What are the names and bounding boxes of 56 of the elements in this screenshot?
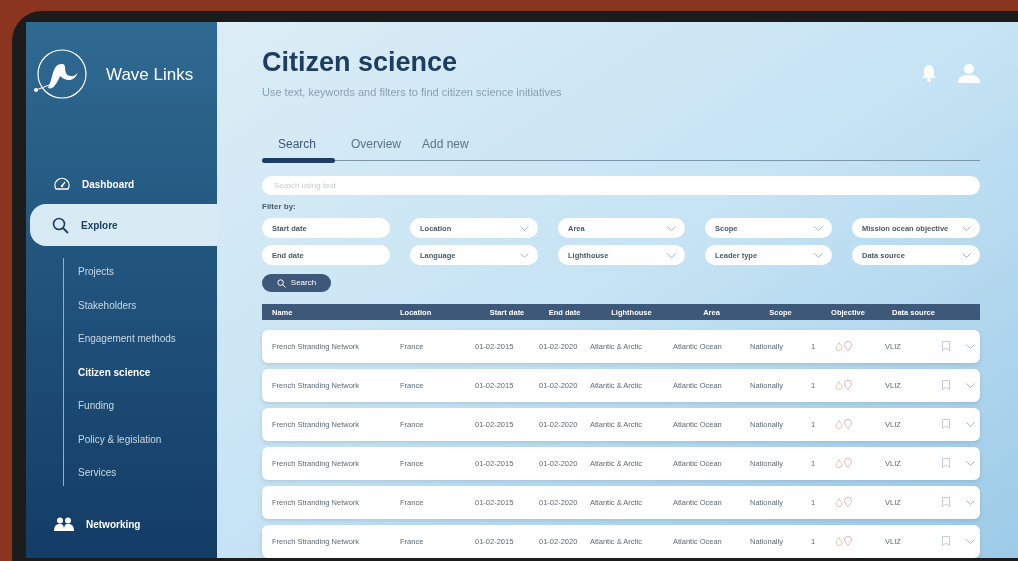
pin-icon (844, 458, 852, 469)
bookmark-icon[interactable] (942, 419, 950, 430)
bookmark-icon[interactable] (942, 341, 950, 352)
pin-icon (844, 497, 852, 508)
chevron-down-icon[interactable] (966, 461, 975, 466)
chevron-down-icon[interactable] (966, 539, 975, 544)
chevron-down-icon[interactable] (966, 422, 975, 427)
chevron-down-icon (667, 252, 676, 258)
filter-label: Filter by: (262, 201, 297, 214)
user-icon[interactable] (958, 63, 980, 83)
page-subtitle: Use text, keywords and filters to find citizen science initiatives (262, 85, 563, 100)
chevron-down-icon[interactable] (966, 383, 975, 388)
people-icon (54, 517, 74, 531)
chevron-down-icon (520, 252, 529, 258)
tab[interactable]: Overview (335, 134, 406, 153)
drop-icon (835, 537, 843, 546)
pin-icon (844, 380, 852, 391)
chevron-down-icon (962, 252, 971, 258)
notification-bell-icon[interactable] (922, 64, 936, 82)
submenu-item[interactable]: Funding (78, 396, 217, 415)
sidebar-item[interactable]: Explore (30, 204, 217, 246)
chevron-down-icon (814, 252, 823, 258)
drop-icon (835, 342, 843, 351)
submenu-item[interactable]: Policy & legislation (78, 429, 217, 449)
submenu-item[interactable]: Services (78, 463, 217, 482)
search-icon (276, 278, 286, 288)
bookmark-icon[interactable] (942, 380, 950, 391)
chevron-down-icon[interactable] (966, 500, 975, 505)
page-title: Citizen science (262, 46, 459, 79)
submenu-item[interactable]: Projects (78, 262, 217, 281)
bookmark-icon[interactable] (942, 536, 950, 547)
search-icon (52, 216, 69, 234)
pin-icon (844, 419, 852, 430)
submenu-item[interactable]: Stakeholders (78, 295, 217, 315)
tab[interactable]: Search (262, 134, 335, 153)
drop-icon (835, 498, 843, 507)
bookmark-icon[interactable] (942, 458, 950, 469)
drop-icon (835, 420, 843, 429)
sidebar-item[interactable]: Dashboard (30, 164, 217, 204)
search-button[interactable]: Search (262, 274, 331, 293)
chevron-down-icon (520, 225, 529, 231)
pin-icon (844, 536, 852, 547)
app-name: Wave Links (106, 64, 194, 87)
gauge-icon (54, 177, 70, 191)
bookmark-icon[interactable] (942, 497, 950, 508)
chevron-down-icon (814, 225, 823, 231)
chevron-down-icon (962, 225, 971, 231)
submenu-item[interactable]: Citizen science (78, 362, 217, 382)
chevron-down-icon (667, 225, 676, 231)
submenu-item[interactable]: Engagement methods (78, 329, 217, 348)
chevron-down-icon[interactable] (966, 344, 975, 349)
pin-icon (844, 341, 852, 352)
tab[interactable]: Add new (406, 134, 484, 153)
drop-icon (835, 381, 843, 390)
sidebar-item[interactable]: Networking (30, 504, 217, 544)
drop-icon (835, 459, 843, 468)
